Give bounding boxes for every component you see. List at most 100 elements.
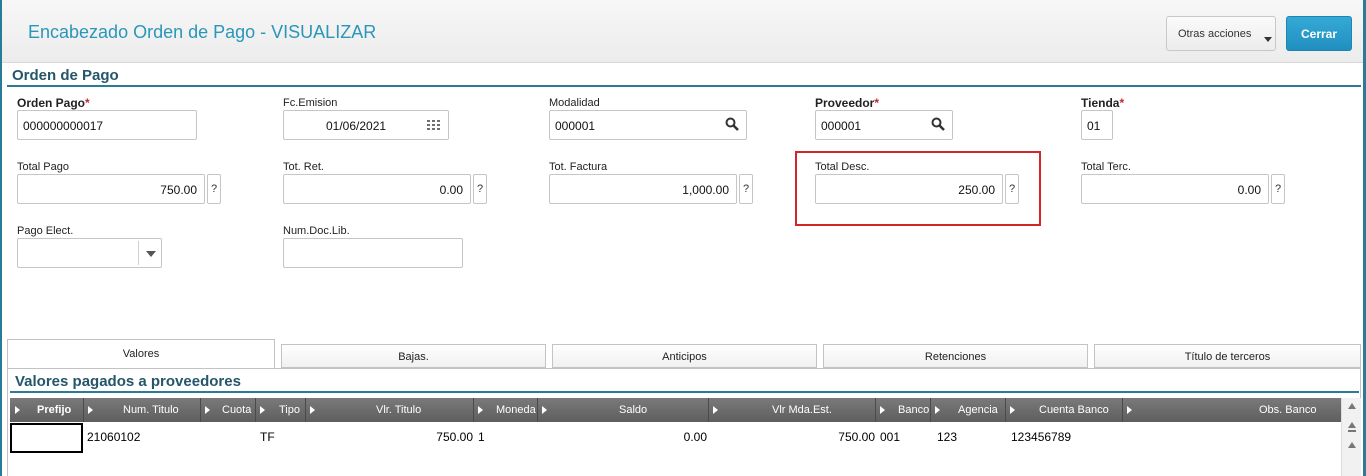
column-menu-icon[interactable] (880, 406, 885, 414)
column-separator (1005, 398, 1006, 422)
column-separator (473, 398, 474, 422)
tot-factura-help-icon[interactable]: ? (739, 174, 753, 204)
tab-bajas[interactable]: Bajas. (281, 344, 546, 368)
tienda-field[interactable]: 01 (1081, 110, 1113, 140)
required-mark: * (85, 96, 90, 110)
grid-scrollbar[interactable] (1341, 398, 1361, 476)
fc-emision-label: Fc.Emision (283, 97, 338, 109)
grid-title: Valores pagados a proveedores (15, 373, 241, 390)
tab-titulo-terceros[interactable]: Título de terceros (1094, 344, 1361, 368)
tot-ret-label: Tot. Ret. (283, 161, 324, 173)
column-menu-icon[interactable] (310, 406, 315, 414)
proveedor-label: Proveedor* (815, 96, 880, 110)
column-separator (255, 398, 256, 422)
scroll-top-icon[interactable] (1348, 403, 1356, 409)
cell-tipo[interactable]: TF (260, 430, 275, 444)
close-button[interactable]: Cerrar (1286, 16, 1352, 51)
total-terc-label: Total Terc. (1081, 161, 1131, 173)
column-separator (305, 398, 306, 422)
column-menu-icon[interactable] (478, 406, 483, 414)
column-separator (83, 398, 84, 422)
total-pago-label: Total Pago (17, 161, 69, 173)
column-separator (1122, 398, 1123, 422)
column-separator (537, 398, 538, 422)
tab-anticipos[interactable]: Anticipos (552, 344, 817, 368)
page-title: Encabezado Orden de Pago - VISUALIZAR (28, 22, 377, 42)
col-moneda[interactable]: Moneda (496, 398, 536, 422)
total-terc-help-icon[interactable]: ? (1271, 174, 1285, 204)
required-mark: * (1119, 96, 1125, 110)
search-icon[interactable] (725, 117, 739, 131)
section-title: Orden de Pago (12, 67, 119, 84)
scroll-up-bar (1348, 430, 1356, 432)
cell-vlr-mda-est[interactable]: 750.00 (814, 430, 875, 444)
column-menu-icon[interactable] (88, 406, 93, 414)
tab-retenciones[interactable]: Retenciones (823, 344, 1088, 368)
more-actions-button[interactable]: Otras acciones (1166, 16, 1276, 51)
grid-header: Prefijo Num. Titulo Cuota Tipo Vlr. Titu… (10, 398, 1341, 422)
col-obs-banco[interactable]: Obs. Banco (1259, 398, 1316, 422)
pago-elect-label: Pago Elect. (17, 225, 74, 237)
page-header: Encabezado Orden de Pago - VISUALIZAR (2, 0, 1363, 63)
section-divider (7, 85, 1361, 87)
modalidad-field[interactable]: 000001 (549, 110, 747, 140)
col-banco[interactable]: Banco (898, 398, 929, 422)
highlight-box (795, 151, 1041, 226)
tab-valores[interactable]: Valores (7, 339, 275, 369)
total-pago-field[interactable]: 750.00 (17, 174, 205, 204)
selected-cell[interactable] (10, 423, 83, 453)
required-mark: * (874, 96, 880, 110)
col-prefijo[interactable]: Prefijo (37, 398, 71, 422)
cell-cuenta-banco[interactable]: 123456789 (1011, 430, 1071, 444)
column-menu-icon[interactable] (713, 406, 718, 414)
fc-emision-field[interactable]: 01/06/2021 (283, 110, 449, 140)
modalidad-label: Modalidad (549, 97, 600, 109)
calendar-icon[interactable] (426, 118, 442, 132)
column-menu-icon[interactable] (260, 406, 265, 414)
col-vlr-titulo[interactable]: Vlr. Titulo (376, 398, 421, 422)
grid-divider (10, 391, 1359, 393)
column-menu-icon[interactable] (205, 406, 210, 414)
column-menu-icon[interactable] (15, 406, 20, 414)
chevron-down-icon[interactable] (146, 251, 156, 257)
orden-pago-label: Orden Pago* (17, 96, 90, 110)
scroll-up-icon[interactable] (1348, 442, 1356, 448)
column-menu-icon[interactable] (1127, 406, 1132, 414)
num-doc-lib-label: Num.Doc.Lib. (283, 225, 350, 237)
cell-moneda[interactable]: 1 (478, 430, 485, 444)
col-cuota[interactable]: Cuota (222, 398, 251, 422)
col-saldo[interactable]: Saldo (619, 398, 647, 422)
total-pago-help-icon[interactable]: ? (207, 174, 221, 204)
chevron-down-icon (1264, 37, 1272, 42)
col-cuenta-banco[interactable]: Cuenta Banco (1039, 398, 1109, 422)
orden-pago-field[interactable]: 000000000017 (17, 110, 197, 140)
cell-num-titulo[interactable]: 21060102 (87, 430, 140, 444)
col-tipo[interactable]: Tipo (279, 398, 300, 422)
column-separator (930, 398, 931, 422)
column-menu-icon[interactable] (1010, 406, 1015, 414)
select-divider (138, 241, 139, 265)
column-separator (200, 398, 201, 422)
cell-banco[interactable]: 001 (880, 430, 900, 444)
column-menu-icon[interactable] (542, 406, 547, 414)
num-doc-lib-field[interactable] (283, 238, 463, 268)
pago-elect-select[interactable] (17, 238, 162, 268)
more-actions-label: Otras acciones (1178, 28, 1252, 40)
column-menu-icon[interactable] (935, 406, 940, 414)
tot-ret-field[interactable]: 0.00 (283, 174, 471, 204)
cell-saldo[interactable]: 0.00 (650, 430, 707, 444)
total-terc-field[interactable]: 0.00 (1081, 174, 1269, 204)
tot-factura-label: Tot. Factura (549, 161, 608, 173)
cell-agencia[interactable]: 123 (937, 430, 957, 444)
column-separator (708, 398, 709, 422)
col-num-titulo[interactable]: Num. Titulo (123, 398, 179, 422)
tot-factura-field[interactable]: 1,000.00 (549, 174, 737, 204)
search-icon[interactable] (931, 117, 945, 131)
tot-ret-help-icon[interactable]: ? (473, 174, 487, 204)
tienda-label: Tienda* (1081, 96, 1125, 110)
scroll-up-icon[interactable] (1348, 422, 1356, 428)
col-vlr-mda-est[interactable]: Vlr Mda.Est. (772, 398, 832, 422)
column-separator (875, 398, 876, 422)
col-agencia[interactable]: Agencia (958, 398, 998, 422)
cell-vlr-titulo[interactable]: 750.00 (420, 430, 473, 444)
